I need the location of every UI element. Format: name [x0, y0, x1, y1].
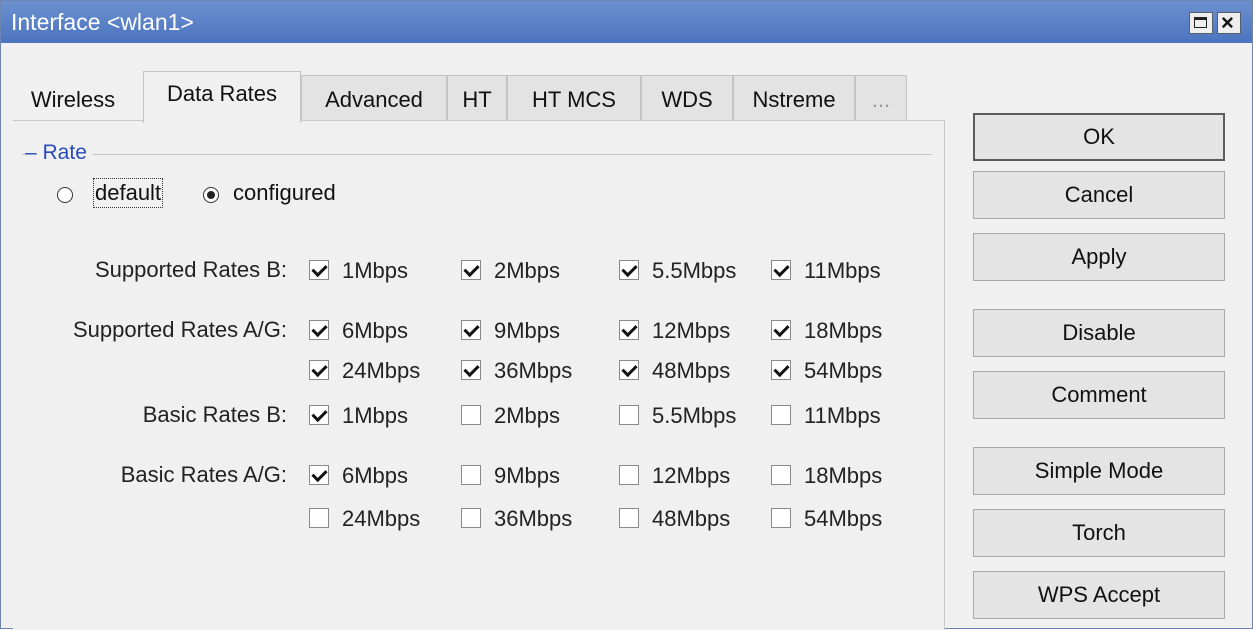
rate-group-legend: – Rate	[25, 141, 93, 165]
tab-nstreme[interactable]: Nstreme	[733, 75, 855, 121]
tab-ht-mcs[interactable]: HT MCS	[507, 75, 641, 121]
checkbox-basic-b-2[interactable]	[619, 405, 639, 425]
checkbox-basic-ag-1[interactable]	[461, 465, 481, 485]
interface-window: Interface <wlan1> × Wireless Data Rates …	[0, 0, 1253, 630]
checkbox-basic-ag-3[interactable]	[771, 465, 791, 485]
checkbox-label[interactable]: 18Mbps	[804, 463, 882, 489]
rate-group-border	[22, 154, 932, 155]
checkbox-basic-ag-6[interactable]	[619, 508, 639, 528]
checkbox-label[interactable]: 48Mbps	[652, 506, 730, 532]
checkbox-label[interactable]: 36Mbps	[494, 506, 572, 532]
checkbox-label[interactable]: 2Mbps	[494, 403, 560, 429]
checkbox-basic-ag-2[interactable]	[619, 465, 639, 485]
radio-configured[interactable]	[203, 187, 219, 203]
checkbox-label[interactable]: 12Mbps	[652, 318, 730, 344]
rate-legend-text: Rate	[42, 141, 87, 164]
checkbox-supported-ag-6[interactable]	[619, 360, 639, 380]
checkbox-label[interactable]: 6Mbps	[342, 463, 408, 489]
torch-button[interactable]: Torch	[973, 509, 1225, 557]
checkbox-supported-ag-3[interactable]	[771, 320, 791, 340]
basic-rates-b-label: Basic Rates B:	[142, 402, 287, 427]
checkbox-supported-ag-7[interactable]	[771, 360, 791, 380]
ok-button[interactable]: OK	[973, 113, 1225, 161]
supported-rates-ag-label: Supported Rates A/G:	[72, 317, 287, 342]
checkbox-label[interactable]: 9Mbps	[494, 463, 560, 489]
checkbox-label[interactable]: 11Mbps	[804, 403, 881, 429]
checkbox-label[interactable]: 24Mbps	[342, 506, 420, 532]
basic-rates-ag-label: Basic Rates A/G:	[120, 462, 287, 487]
apply-button[interactable]: Apply	[973, 233, 1225, 281]
checkbox-supported-ag-1[interactable]	[461, 320, 481, 340]
checkbox-label[interactable]: 11Mbps	[804, 258, 881, 284]
checkbox-supported-ag-0[interactable]	[309, 320, 329, 340]
supported-rates-b-label: Supported Rates B:	[94, 257, 287, 282]
checkbox-basic-b-0[interactable]	[309, 405, 329, 425]
checkbox-label[interactable]: 24Mbps	[342, 358, 420, 384]
checkbox-supported-ag-4[interactable]	[309, 360, 329, 380]
checkbox-supported-b-1[interactable]	[461, 260, 481, 280]
checkbox-label[interactable]: 12Mbps	[652, 463, 730, 489]
checkbox-label[interactable]: 5.5Mbps	[652, 403, 736, 429]
checkbox-label[interactable]: 1Mbps	[342, 403, 408, 429]
checkbox-label[interactable]: 54Mbps	[804, 358, 882, 384]
tab-wireless[interactable]: Wireless	[13, 75, 133, 121]
checkbox-label[interactable]: 54Mbps	[804, 506, 882, 532]
checkbox-label[interactable]: 9Mbps	[494, 318, 560, 344]
checkbox-basic-ag-7[interactable]	[771, 508, 791, 528]
checkbox-basic-ag-0[interactable]	[309, 465, 329, 485]
checkbox-label[interactable]: 18Mbps	[804, 318, 882, 344]
checkbox-basic-b-1[interactable]	[461, 405, 481, 425]
wps-accept-button[interactable]: WPS Accept	[973, 571, 1225, 619]
checkbox-label[interactable]: 1Mbps	[342, 258, 408, 284]
disable-button[interactable]: Disable	[973, 309, 1225, 357]
title-bar[interactable]: Interface <wlan1> ×	[1, 1, 1252, 43]
radio-default[interactable]	[57, 187, 73, 203]
checkbox-supported-ag-5[interactable]	[461, 360, 481, 380]
checkbox-label[interactable]: 2Mbps	[494, 258, 560, 284]
cancel-button[interactable]: Cancel	[973, 171, 1225, 219]
tab-advanced[interactable]: Advanced	[301, 75, 447, 121]
radio-default-label[interactable]: default	[92, 178, 164, 208]
maximize-icon[interactable]	[1189, 12, 1213, 34]
checkbox-basic-ag-5[interactable]	[461, 508, 481, 528]
checkbox-supported-b-2[interactable]	[619, 260, 639, 280]
tab-ht[interactable]: HT	[447, 75, 507, 121]
tab-data-rates[interactable]: Data Rates	[143, 71, 301, 123]
checkbox-label[interactable]: 6Mbps	[342, 318, 408, 344]
tab-bar: Wireless Data Rates Advanced HT HT MCS W…	[13, 71, 945, 123]
close-icon[interactable]: ×	[1217, 10, 1241, 35]
checkbox-supported-b-0[interactable]	[309, 260, 329, 280]
comment-button[interactable]: Comment	[973, 371, 1225, 419]
window-title: Interface <wlan1>	[11, 9, 194, 35]
checkbox-label[interactable]: 48Mbps	[652, 358, 730, 384]
checkbox-label[interactable]: 36Mbps	[494, 358, 572, 384]
checkbox-basic-b-3[interactable]	[771, 405, 791, 425]
checkbox-label[interactable]: 5.5Mbps	[652, 258, 736, 284]
radio-configured-label[interactable]: configured	[233, 180, 336, 206]
tab-wds[interactable]: WDS	[641, 75, 733, 121]
checkbox-supported-b-3[interactable]	[771, 260, 791, 280]
simple-mode-button[interactable]: Simple Mode	[973, 447, 1225, 495]
tab-more[interactable]: ...	[855, 75, 907, 121]
checkbox-basic-ag-4[interactable]	[309, 508, 329, 528]
checkbox-supported-ag-2[interactable]	[619, 320, 639, 340]
